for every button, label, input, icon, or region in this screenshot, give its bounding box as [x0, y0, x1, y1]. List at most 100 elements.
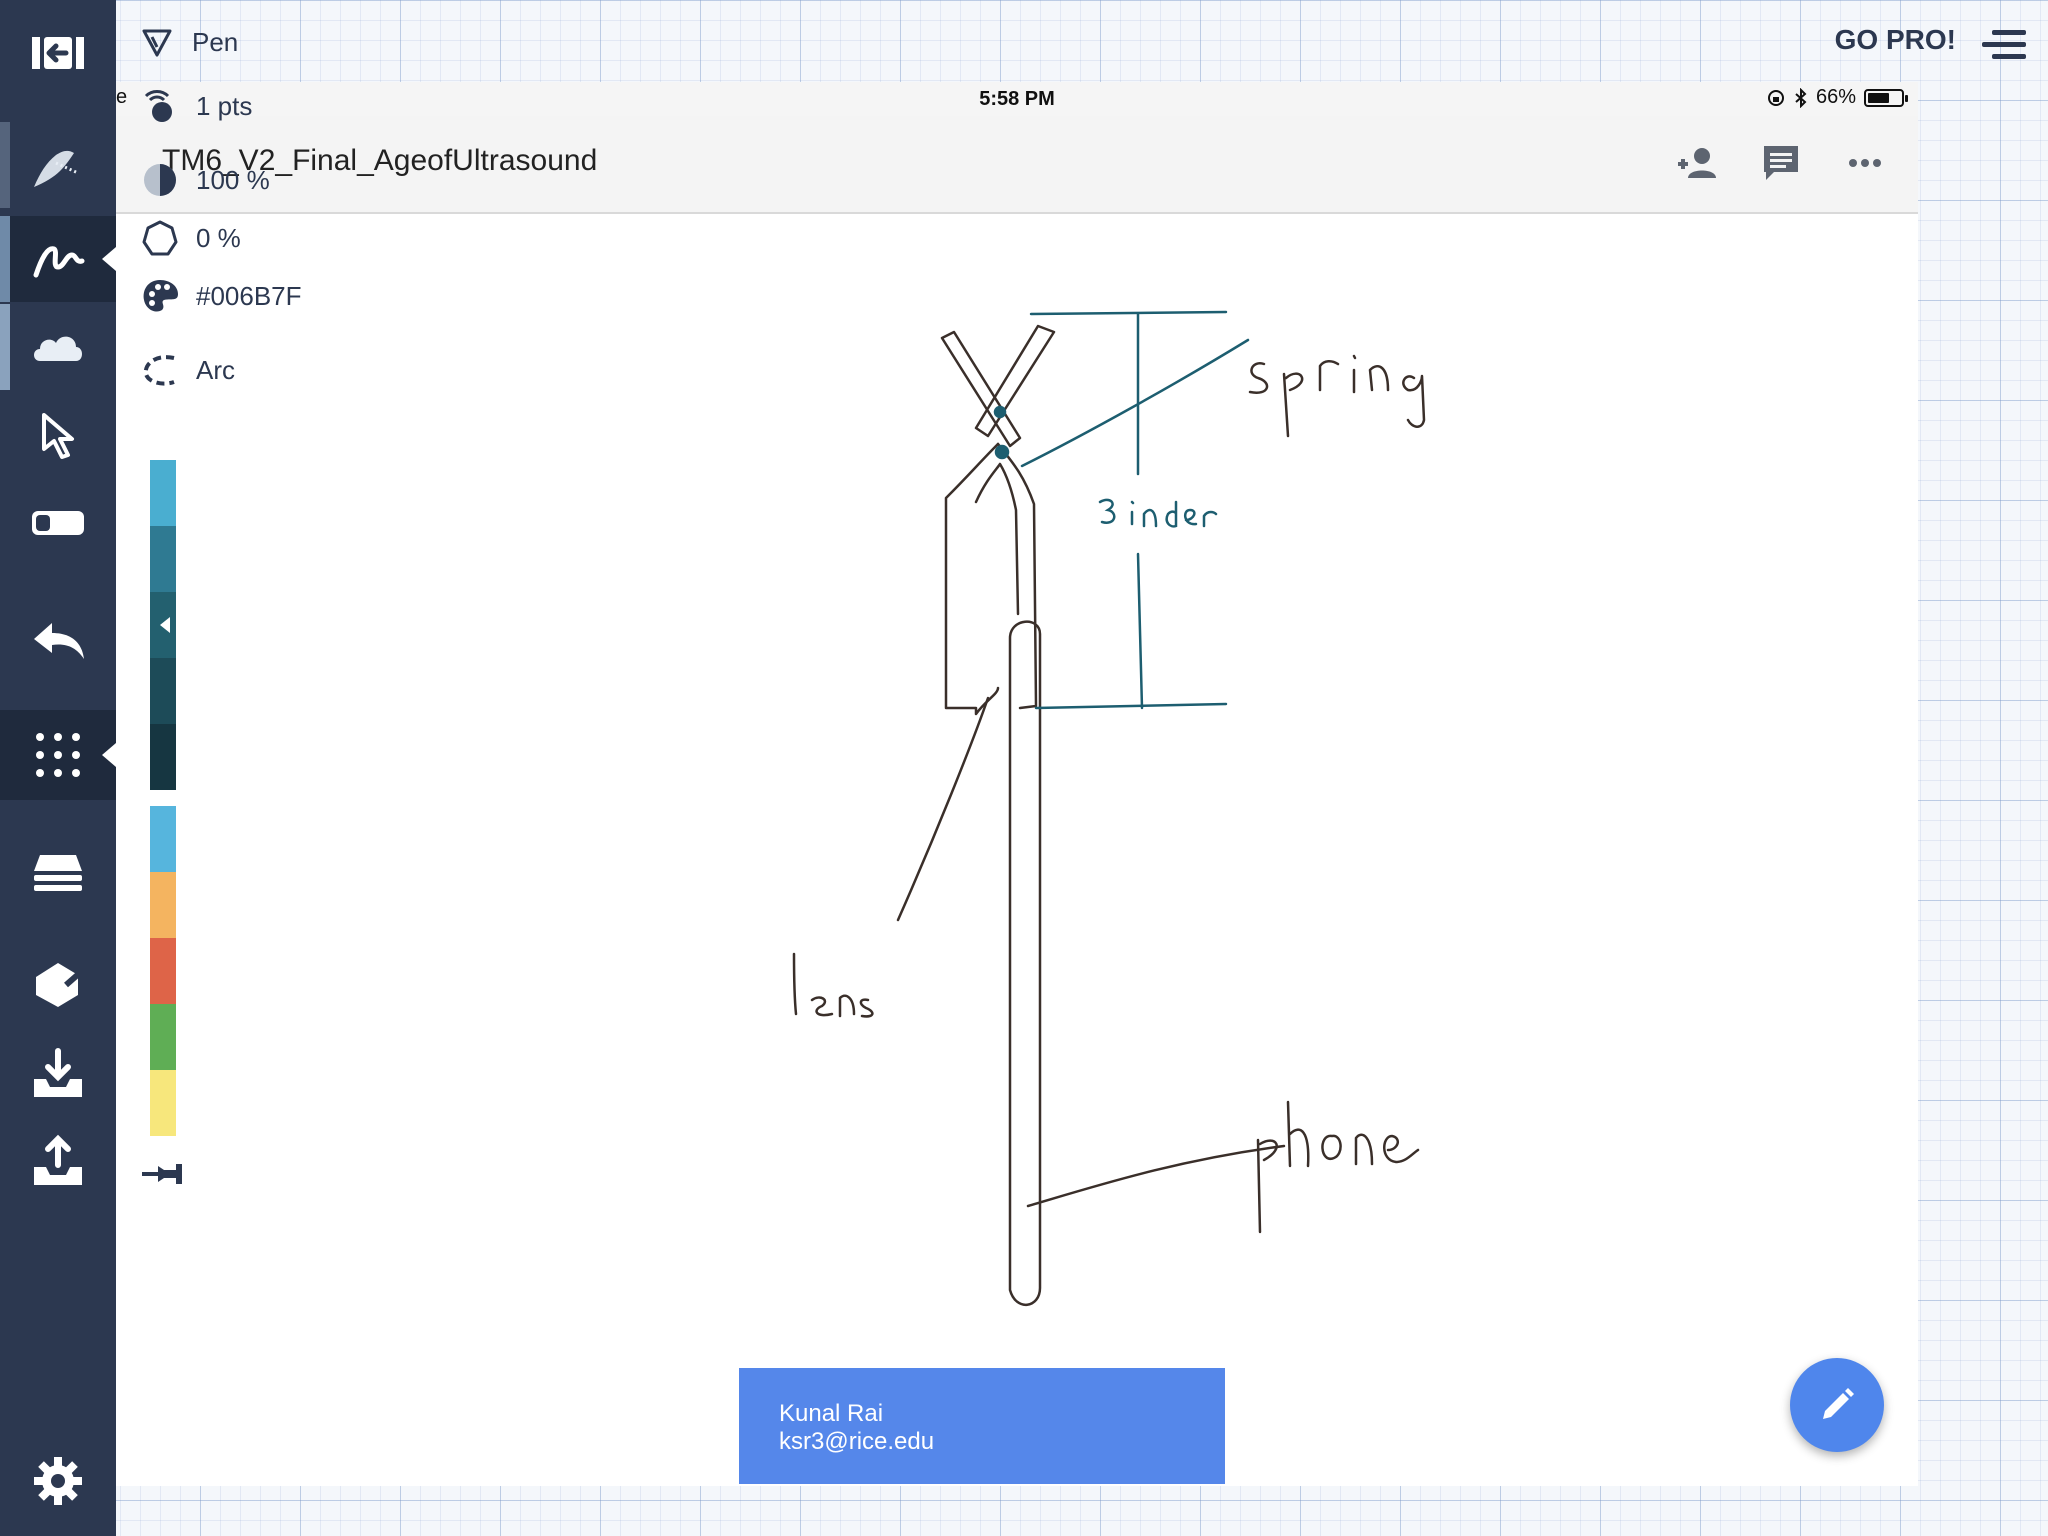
shape-icon: [36, 963, 84, 1007]
left-toolbar: [0, 0, 116, 1536]
color-swatch[interactable]: [150, 460, 176, 526]
settings-button[interactable]: [0, 1438, 116, 1524]
pen-tool-icon: [33, 246, 85, 278]
pen-size-row[interactable]: 1 pts: [140, 86, 252, 126]
phone-leader: [1026, 1144, 1286, 1208]
dimension-top: [1029, 310, 1228, 316]
export-button[interactable]: [0, 1120, 116, 1206]
exit-button[interactable]: [0, 10, 116, 96]
clip-pivot: [993, 405, 1007, 419]
arc-icon: [143, 355, 175, 386]
select-icon: [42, 413, 74, 459]
phone-body: [1008, 620, 1042, 1307]
color-row[interactable]: #006B7F: [140, 276, 302, 316]
dimension-bottom: [1034, 702, 1228, 710]
battery-icon: [1864, 88, 1908, 107]
pen-size-icon: [144, 90, 172, 122]
smoothing-value: 0 %: [196, 222, 241, 253]
shape-value: Arc: [196, 354, 235, 385]
lens-handwriting: [792, 952, 874, 1018]
dimension-vertical-bottom: [1136, 552, 1144, 710]
tool-row: Pen: [140, 18, 238, 66]
title-actions: [1674, 140, 1888, 186]
color-swatch[interactable]: [150, 938, 176, 1004]
opacity-value: 100 %: [196, 164, 270, 195]
pen-tool-button[interactable]: [0, 216, 116, 302]
pencil-icon: [1823, 1388, 1854, 1419]
lens-leader: [896, 696, 990, 922]
spring-pivot: [994, 444, 1010, 460]
eraser-icon: [32, 511, 84, 535]
shape-row[interactable]: Arc: [140, 350, 235, 390]
clip-arm-right: [974, 324, 1056, 438]
color-swatch[interactable]: [150, 658, 176, 724]
pin-icon[interactable]: [140, 1158, 186, 1190]
settings-icon: [34, 1457, 82, 1505]
layers-icon: [34, 855, 82, 891]
shade-swatches: [150, 460, 176, 790]
status-bar: e 5:58 PM 66%: [116, 82, 1918, 116]
clip-inner: [974, 462, 1020, 616]
bluetooth-icon: [1795, 87, 1807, 108]
color-swatch[interactable]: [150, 806, 176, 872]
color-swatch[interactable]: [150, 872, 176, 938]
contact-card[interactable]: Kunal Rai ksr3@rice.edu: [739, 1368, 1225, 1484]
color-swatch[interactable]: [150, 1070, 176, 1136]
eraser-button[interactable]: [0, 480, 116, 566]
title-bar: TM6_V2_Final_AgeofUltrasound: [116, 116, 1918, 214]
contact-name: Kunal Rai: [779, 1400, 884, 1427]
drawing-canvas[interactable]: [116, 214, 1918, 1486]
cloud-icon: [34, 336, 82, 361]
smoothing-row[interactable]: 0 %: [140, 218, 241, 258]
inches-handwriting: [1098, 498, 1218, 528]
sketch-drawing: [792, 310, 1426, 1307]
import-button[interactable]: [0, 1032, 116, 1118]
active-tool-marker: [102, 247, 116, 271]
cloud-button[interactable]: [0, 304, 116, 390]
sidebar-accent: [0, 216, 10, 302]
battery-fill: [1868, 92, 1889, 103]
status-right: 66%: [1766, 86, 1908, 109]
opacity-row[interactable]: 100 %: [140, 160, 270, 200]
clip-body: [944, 442, 1000, 716]
menu-icon[interactable]: [1982, 28, 2026, 62]
clip-arm-left: [940, 330, 1022, 448]
edit-fab-button[interactable]: [1790, 1358, 1884, 1452]
pen-nib-icon: [142, 29, 172, 57]
sidebar-accent: [0, 122, 10, 208]
color-swatch[interactable]: [150, 724, 176, 790]
sidebar-accent: [0, 304, 10, 390]
opacity-icon: [144, 164, 176, 196]
export-icon: [34, 1134, 82, 1185]
selected-swatch-marker: [160, 617, 170, 633]
brush-preview-icon: [34, 150, 79, 187]
rotation-lock-icon: [1767, 89, 1784, 106]
pen-size-value: 1 pts: [196, 90, 253, 121]
shape-button[interactable]: [0, 940, 116, 1026]
undo-icon: [34, 623, 84, 659]
import-icon: [34, 1048, 82, 1097]
spring-handwriting: [1248, 354, 1426, 438]
brush-preview-button[interactable]: [0, 122, 116, 208]
contact-email: ksr3@rice.edu: [779, 1428, 935, 1455]
tool-name[interactable]: Pen: [192, 27, 238, 58]
color-swatches: [150, 460, 176, 1136]
spring-leader: [1020, 338, 1250, 468]
smoothing-icon: [142, 220, 178, 256]
palette-icon: [143, 280, 178, 312]
color-swatch[interactable]: [150, 1004, 176, 1070]
active-tool-marker: [102, 743, 116, 767]
color-value: #006B7F: [196, 280, 302, 311]
status-time: 5:58 PM: [979, 88, 1055, 110]
color-swatch[interactable]: [150, 592, 176, 658]
select-tool-button[interactable]: [0, 392, 116, 478]
color-swatch[interactable]: [150, 526, 176, 592]
undo-button[interactable]: [0, 596, 116, 682]
more-options-icon[interactable]: [1842, 140, 1888, 186]
go-pro-button[interactable]: GO PRO!: [1835, 24, 1956, 56]
layers-button[interactable]: [0, 828, 116, 914]
palette-grid-button[interactable]: [0, 710, 116, 800]
comment-icon[interactable]: [1758, 140, 1804, 186]
exit-icon: [32, 37, 84, 69]
add-person-icon[interactable]: [1674, 140, 1720, 186]
